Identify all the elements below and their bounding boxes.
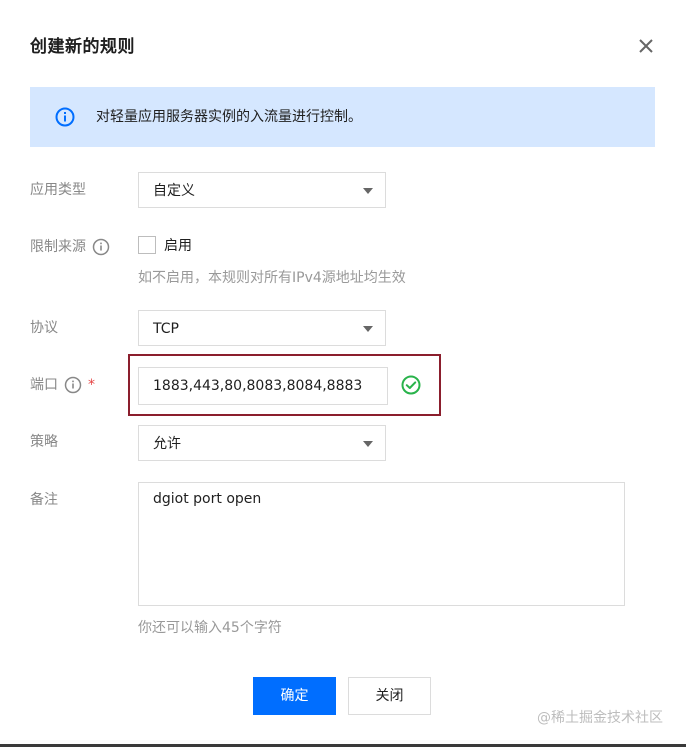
remark-label-text: 备注 <box>30 492 58 508</box>
chevron-down-icon <box>363 188 373 194</box>
dialog-title: 创建新的规则 <box>30 37 135 57</box>
create-rule-dialog: 创建新的规则 对轻量应用服务器实例的入流量进行控制。 应用类型 自定义 限制来源… <box>0 0 686 747</box>
info-banner: 对轻量应用服务器实例的入流量进行控制。 <box>30 87 655 147</box>
help-info-icon[interactable] <box>92 238 110 256</box>
remark-label: 备注 <box>30 490 58 510</box>
port-label-text: 端口 <box>30 377 58 393</box>
app-type-value: 自定义 <box>153 183 195 199</box>
info-text: 对轻量应用服务器实例的入流量进行控制。 <box>96 109 362 125</box>
chevron-down-icon <box>363 441 373 447</box>
protocol-value: TCP <box>153 321 179 337</box>
app-type-label-text: 应用类型 <box>30 182 86 198</box>
help-info-icon[interactable] <box>64 376 82 394</box>
check-circle-icon <box>401 375 421 395</box>
source-hint: 如不启用，本规则对所有IPv4源地址均生效 <box>138 270 406 286</box>
chevron-down-icon <box>363 326 373 332</box>
remark-hint: 你还可以输入45个字符 <box>138 620 282 636</box>
app-type-select[interactable]: 自定义 <box>138 172 386 208</box>
confirm-button[interactable]: 确定 <box>253 677 336 715</box>
protocol-label: 协议 <box>30 318 58 338</box>
policy-label: 策略 <box>30 432 58 452</box>
source-enable-checkbox[interactable] <box>138 236 156 254</box>
source-enable-label[interactable]: 启用 <box>164 236 192 256</box>
port-input[interactable] <box>138 367 388 405</box>
close-button[interactable]: 关闭 <box>348 677 431 715</box>
info-circle-icon <box>55 107 75 127</box>
policy-value: 允许 <box>153 436 181 452</box>
policy-select[interactable]: 允许 <box>138 425 386 461</box>
remark-textarea[interactable]: dgiot port open <box>138 482 625 606</box>
required-mark: * <box>88 377 95 393</box>
app-type-label: 应用类型 <box>30 180 86 200</box>
close-icon[interactable] <box>636 36 656 56</box>
source-label: 限制来源 <box>30 237 110 257</box>
protocol-label-text: 协议 <box>30 320 58 336</box>
port-label: 端口 * <box>30 375 95 395</box>
protocol-select[interactable]: TCP <box>138 310 386 346</box>
policy-label-text: 策略 <box>30 434 58 450</box>
source-label-text: 限制来源 <box>30 239 86 255</box>
watermark: @稀土掘金技术社区 <box>537 710 663 726</box>
